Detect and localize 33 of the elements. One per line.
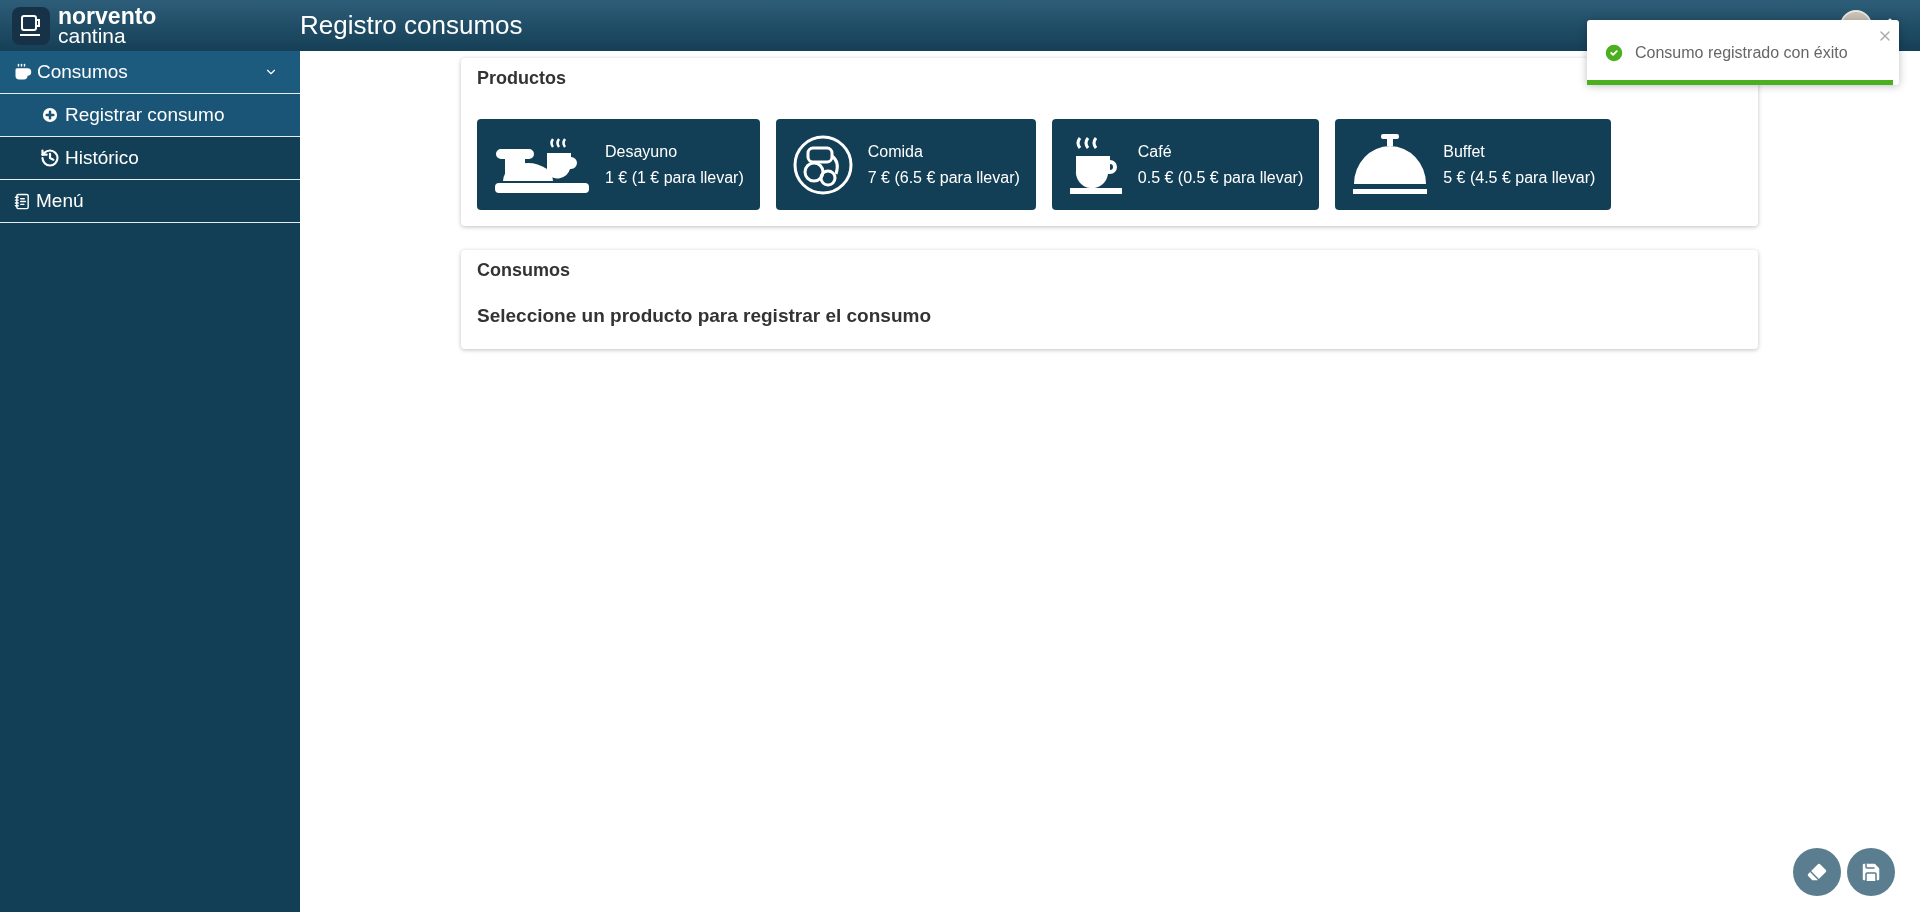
product-card[interactable]: Café 0.5 € (0.5 € para llevar) (1051, 119, 1320, 210)
product-price: 1 € (1 € para llevar) (605, 168, 744, 187)
clear-button[interactable] (1793, 848, 1841, 896)
product-card[interactable]: Buffet 5 € (4.5 € para llevar) (1335, 119, 1612, 210)
history-icon (40, 148, 60, 168)
card-title: Productos (477, 68, 567, 89)
page-title: Registro consumos (300, 10, 523, 41)
save-button[interactable] (1847, 848, 1895, 896)
check-icon (1603, 41, 1625, 64)
plus-icon (40, 105, 60, 125)
product-price: 0.5 € (0.5 € para llevar) (1137, 168, 1304, 187)
product-name: Comida (867, 142, 924, 161)
cloche-icon (1351, 133, 1430, 196)
brand-name: norvento (58, 5, 157, 26)
toast-message: Consumo registrado con éxito (1635, 43, 1848, 62)
product-card[interactable]: Desayuno 1 € (1 € para llevar) (477, 119, 760, 210)
eraser-icon (1805, 860, 1829, 884)
sidebar-item[interactable]: Consumos (0, 51, 300, 94)
card-title: Consumos (477, 260, 571, 281)
notebook-icon (14, 192, 31, 210)
product-name: Café (1137, 142, 1173, 161)
plate-icon (791, 133, 854, 196)
product-price: 5 € (4.5 € para llevar) (1443, 168, 1596, 187)
empty-message: Seleccione un producto para registrar el consumo (477, 305, 932, 327)
product-name: Buffet (1443, 142, 1486, 161)
sidebar-item[interactable]: Registrar consumo (0, 94, 300, 137)
cup-icon (14, 63, 32, 81)
product-card[interactable]: Comida 7 € (6.5 € para llevar) (775, 119, 1036, 210)
brand-subtitle: cantina (58, 25, 126, 46)
product-name: Desayuno (605, 142, 679, 161)
product-price: 7 € (6.5 € para llevar) (867, 168, 1020, 187)
logo-icon (12, 6, 50, 45)
save-icon (1859, 860, 1883, 884)
